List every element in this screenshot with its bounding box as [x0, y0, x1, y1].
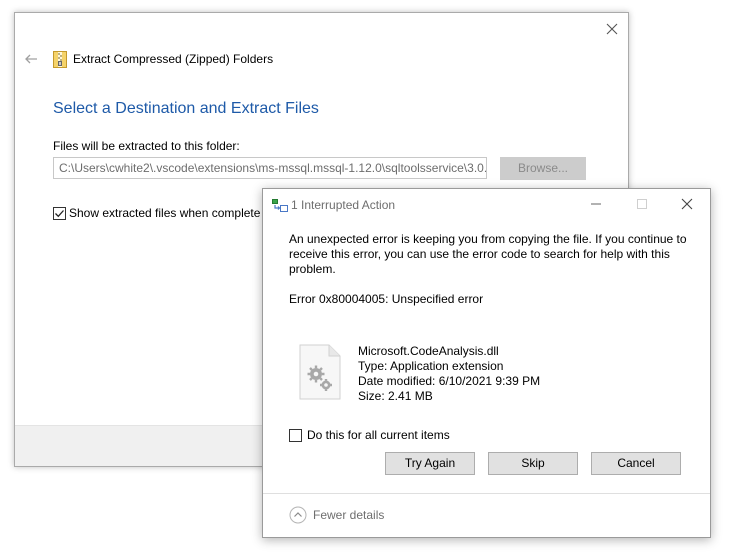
show-extracted-checkbox[interactable]	[53, 207, 66, 221]
file-type: Type: Application extension	[358, 359, 504, 373]
destination-label: Files will be extracted to this folder:	[53, 139, 240, 153]
chevron-up-icon[interactable]	[289, 506, 307, 524]
fewer-details-link[interactable]: Fewer details	[313, 508, 384, 522]
destination-path-input[interactable]: C:\Users\cwhite2\.vscode\extensions\ms-m…	[53, 157, 487, 179]
dialog-footer: Fewer details	[263, 493, 710, 537]
skip-button[interactable]: Skip	[488, 452, 578, 475]
page-heading: Select a Destination and Extract Files	[53, 100, 319, 117]
back-arrow-icon[interactable]	[23, 51, 39, 67]
error-message: An unexpected error is keeping you from …	[289, 232, 687, 276]
show-extracted-label: Show extracted files when complete	[69, 206, 261, 220]
file-operation-icon	[272, 199, 288, 212]
dialog-titlebar[interactable]: 1 Interrupted Action	[263, 189, 710, 219]
close-icon[interactable]	[679, 196, 695, 212]
file-name: Microsoft.CodeAnalysis.dll	[358, 344, 499, 358]
cancel-button[interactable]: Cancel	[591, 452, 681, 475]
close-icon[interactable]	[604, 21, 620, 37]
minimize-icon[interactable]	[589, 197, 603, 211]
apply-all-label: Do this for all current items	[307, 428, 450, 442]
dialog-title: 1 Interrupted Action	[291, 198, 396, 212]
interrupted-action-dialog: 1 Interrupted Action An unexpected error…	[262, 188, 711, 538]
zip-folder-icon	[53, 51, 67, 68]
apply-all-checkbox[interactable]	[289, 429, 302, 443]
file-size: Size: 2.41 MB	[358, 389, 433, 403]
maximize-icon[interactable]	[635, 197, 649, 211]
dll-file-icon	[299, 344, 341, 400]
apply-all-option[interactable]: Do this for all current items	[289, 428, 450, 444]
show-extracted-option[interactable]: Show extracted files when complete	[53, 206, 260, 222]
file-details: Microsoft.CodeAnalysis.dll Type: Applica…	[358, 344, 540, 404]
wizard-title: Extract Compressed (Zipped) Folders	[73, 52, 274, 66]
file-modified: Date modified: 6/10/2021 9:39 PM	[358, 374, 541, 388]
checkmark-icon	[55, 210, 64, 218]
browse-button[interactable]: Browse...	[500, 157, 586, 180]
try-again-button[interactable]: Try Again	[385, 452, 475, 475]
error-code: Error 0x80004005: Unspecified error	[289, 292, 484, 306]
